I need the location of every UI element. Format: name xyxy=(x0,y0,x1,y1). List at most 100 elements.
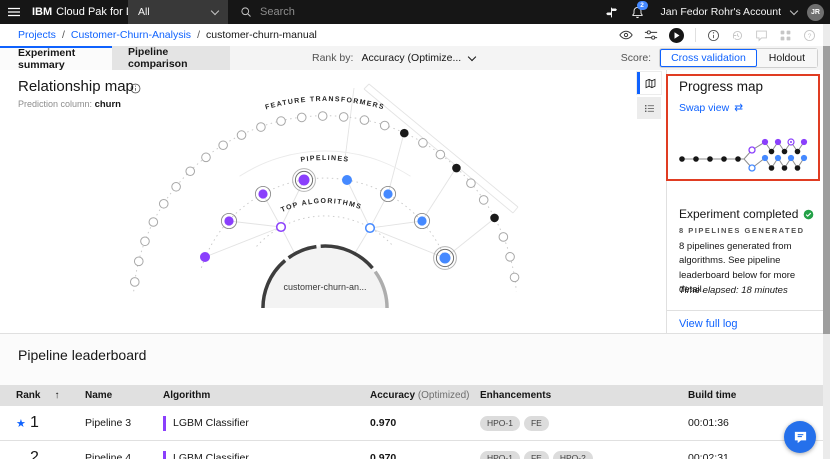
support-chat-button[interactable] xyxy=(784,421,816,453)
breadcrumb: Projects / Customer-Churn-Analysis / cus… xyxy=(18,24,317,46)
breadcrumb-projects[interactable]: Projects xyxy=(18,29,56,41)
preview-button[interactable] xyxy=(619,28,633,42)
app-window: IBM Cloud Pak for Data All Search 2 Jan … xyxy=(0,0,830,459)
enhancement-badge: HPO-1 xyxy=(480,415,520,431)
info-icon xyxy=(708,29,719,41)
help-icon: ? xyxy=(804,29,815,41)
tab-experiment-summary[interactable]: Experiment summary xyxy=(0,46,112,71)
enhancements-cell: HPO-1 FE xyxy=(480,415,688,431)
column-rank: Rank ↑ xyxy=(16,390,85,401)
pipeline-node[interactable] xyxy=(417,216,427,226)
time-elapsed: Time elapsed: 18 minutes xyxy=(679,285,788,296)
progress-map-visualization[interactable] xyxy=(675,134,817,180)
feature-transformer-node xyxy=(359,115,370,125)
progress-panel: Progress map Swap view ⇄ Experiment comp… xyxy=(666,70,823,333)
breadcrumb-separator: / xyxy=(61,29,65,41)
tab-pipeline-comparison[interactable]: Pipeline comparison xyxy=(112,46,230,70)
column-build-time: Build time xyxy=(688,390,737,401)
rank-cell: ★ 1 xyxy=(16,414,85,432)
ring-label: PIPELINES xyxy=(300,155,350,164)
play-icon xyxy=(674,31,679,39)
help-button[interactable]: ? xyxy=(803,29,816,42)
pipeline-node[interactable] xyxy=(224,216,234,226)
notification-badge: 2 xyxy=(636,1,648,10)
feature-transformer-node xyxy=(399,128,409,138)
tab-bar: Experiment summary Pipeline comparison R… xyxy=(0,46,830,71)
table-row[interactable]: 2 Pipeline 4 LGBM Classifier 0.970 HPO-1 FE HP… xyxy=(0,441,830,459)
apps-button[interactable] xyxy=(779,29,792,42)
feature-transformer-node xyxy=(256,122,266,132)
pipeline-node[interactable] xyxy=(383,189,393,199)
score-label: Score: xyxy=(620,52,652,64)
brand-prefix: IBM xyxy=(32,6,53,18)
comments-button[interactable] xyxy=(755,29,768,42)
pipeline-node[interactable] xyxy=(342,175,352,185)
top-header: IBM Cloud Pak for Data All Search 2 Jan … xyxy=(0,0,830,24)
branch-start-node xyxy=(748,164,756,172)
notifications-button[interactable]: 2 xyxy=(627,0,649,24)
pipeline-name[interactable]: Pipeline 3 xyxy=(85,417,163,429)
pipeline-node[interactable] xyxy=(298,174,310,186)
center-label: customer-churn-an... xyxy=(283,282,366,292)
sliders-icon xyxy=(644,30,658,40)
enhancement-badge: FE xyxy=(523,415,549,431)
experiment-center-node[interactable] xyxy=(263,246,387,308)
map-view-button[interactable] xyxy=(637,72,661,94)
hamburger-icon xyxy=(8,7,20,17)
history-button[interactable] xyxy=(731,29,744,42)
rank-cell: 2 xyxy=(16,449,85,459)
list-view-button[interactable] xyxy=(637,97,661,119)
breadcrumb-project-name[interactable]: Customer-Churn-Analysis xyxy=(71,29,191,41)
pipeline-progress-node xyxy=(761,154,769,162)
breadcrumb-toolbar-row: Projects / Customer-Churn-Analysis / cus… xyxy=(0,24,830,46)
breadcrumb-separator: / xyxy=(197,29,200,41)
chevron-down-icon xyxy=(467,52,477,61)
search-icon xyxy=(241,7,251,17)
progress-step-node xyxy=(721,156,727,162)
enhancement-badge: HPO-1 xyxy=(480,450,520,459)
swap-view-link[interactable]: Swap view ⇄ xyxy=(679,102,743,114)
scope-dropdown[interactable]: All xyxy=(128,0,228,24)
directions-button[interactable] xyxy=(601,0,623,24)
algorithm-node[interactable] xyxy=(364,222,376,234)
pipeline-node[interactable] xyxy=(200,252,210,262)
favorite-star-icon[interactable]: ★ xyxy=(16,417,30,430)
pipeline-node[interactable] xyxy=(258,189,268,199)
settings-button[interactable] xyxy=(644,28,658,42)
chevron-down-icon xyxy=(210,6,220,15)
account-menu[interactable]: Jan Fedor Rohr's Account xyxy=(653,6,787,18)
progress-step-node xyxy=(679,156,685,162)
feature-transformer-node xyxy=(505,252,515,262)
search-input[interactable]: Search xyxy=(240,0,295,24)
feature-transformer-node xyxy=(452,163,461,173)
pipeline-node[interactable] xyxy=(439,252,451,264)
chat-icon xyxy=(756,30,767,41)
leaderboard-header-row: Rank ↑ Name Algorithm Accuracy (Optimize… xyxy=(0,385,830,406)
info-button[interactable] xyxy=(707,29,720,42)
progress-step-node xyxy=(735,156,741,162)
column-enhancements: Enhancements xyxy=(480,390,552,401)
table-row[interactable]: ★ 1 Pipeline 3 LGBM Classifier 0.970 HPO-1 FE 0… xyxy=(0,406,830,441)
page-scrollbar xyxy=(823,24,830,459)
sort-ascending-icon[interactable]: ↑ xyxy=(54,390,59,401)
rank-header-label: Rank xyxy=(16,390,41,401)
cross-validation-button[interactable]: Cross validation xyxy=(660,49,757,67)
map-connector-line xyxy=(387,132,405,195)
chevron-down-icon[interactable] xyxy=(789,6,799,15)
column-name: Name xyxy=(85,390,113,401)
signpost-icon xyxy=(606,7,618,17)
holdout-button[interactable]: Holdout xyxy=(756,49,817,67)
menu-button[interactable] xyxy=(0,0,28,24)
scrollbar-thumb[interactable] xyxy=(823,46,830,334)
relationship-map-visualization[interactable]: FEATURE TRANSFORMERS PIPELINES TOP ALGORIT… xyxy=(0,70,650,308)
pipeline-name[interactable]: Pipeline 4 xyxy=(85,452,163,459)
avatar[interactable]: JR xyxy=(807,3,824,21)
map-icon xyxy=(645,78,656,88)
history-icon xyxy=(732,30,743,40)
view-full-log-link[interactable]: View full log xyxy=(679,318,738,330)
rank-by-dropdown[interactable]: Rank by: Accuracy (Optimize... xyxy=(312,46,477,70)
progress-step-node xyxy=(781,148,788,155)
algorithm-node[interactable] xyxy=(275,221,287,233)
pipelines-generated-label: 8 PIPELINES GENERATED xyxy=(679,226,805,235)
run-button[interactable] xyxy=(669,27,684,43)
